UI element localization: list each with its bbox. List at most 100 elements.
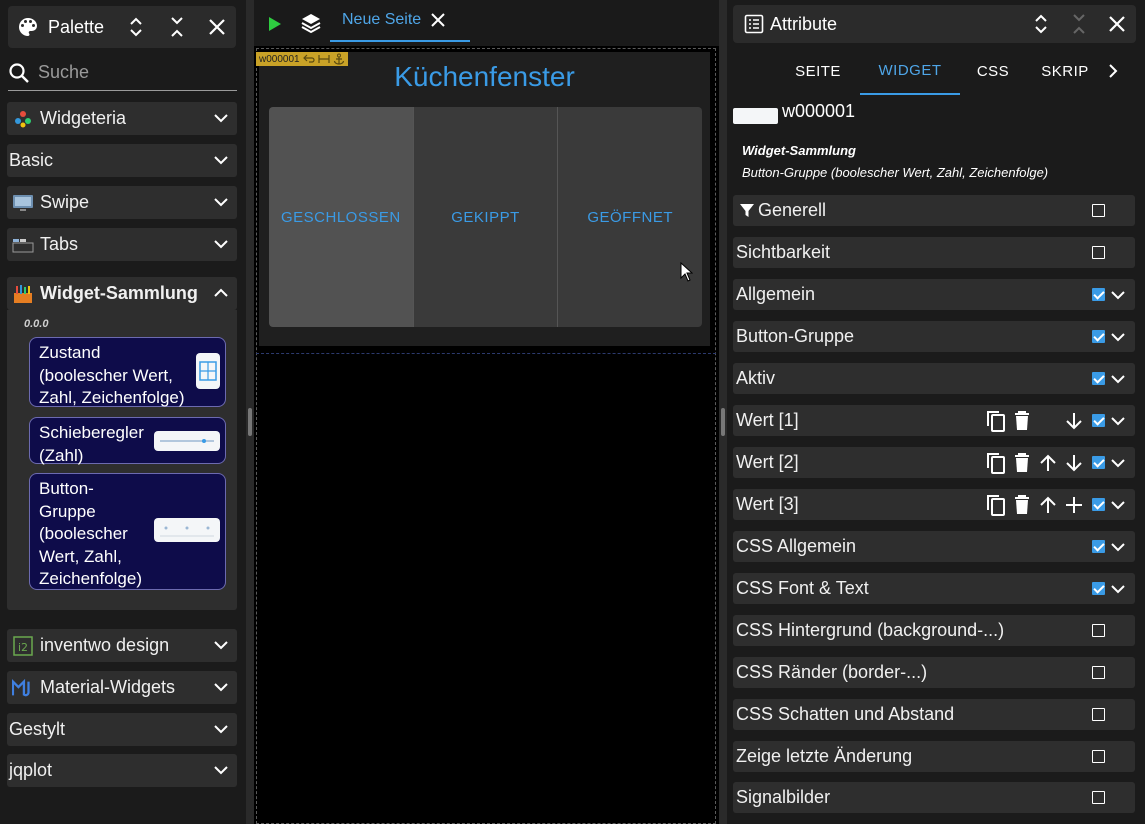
- list-icon: [744, 14, 764, 34]
- group-checkbox[interactable]: [1092, 791, 1105, 804]
- group-checkbox[interactable]: [1092, 204, 1105, 217]
- close-icon[interactable]: [208, 18, 226, 36]
- category-widget-sammlung[interactable]: Widget-Sammlung: [7, 277, 237, 310]
- inventwo-logo-icon: i2: [12, 635, 34, 657]
- layers-icon[interactable]: [300, 12, 322, 39]
- undo-arrow-icon[interactable]: [302, 54, 315, 64]
- group-css-allgemein[interactable]: CSS Allgemein: [733, 531, 1135, 562]
- group-checkbox[interactable]: [1092, 372, 1105, 385]
- width-icon[interactable]: [317, 54, 330, 64]
- delete-icon[interactable]: [1009, 409, 1035, 433]
- group-checkbox[interactable]: [1092, 498, 1105, 511]
- chevron-down-icon[interactable]: [1110, 371, 1126, 392]
- chevron-down-icon[interactable]: [1110, 539, 1126, 560]
- search-input[interactable]: [38, 62, 218, 83]
- group-aktiv[interactable]: Aktiv: [733, 363, 1135, 394]
- group-letzte-aenderung[interactable]: Zeige letzte Änderung: [733, 741, 1135, 772]
- tab-css[interactable]: CSS: [965, 48, 1021, 95]
- resize-handle[interactable]: [721, 408, 725, 436]
- group-checkbox[interactable]: [1092, 456, 1105, 469]
- collapse-all-icon[interactable]: [169, 15, 185, 39]
- group-checkbox[interactable]: [1092, 624, 1105, 637]
- delete-icon[interactable]: [1009, 493, 1035, 517]
- category-widgeteria[interactable]: Widgeteria: [7, 102, 237, 135]
- button-geschlossen[interactable]: GESCHLOSSEN: [269, 107, 414, 327]
- group-button-gruppe[interactable]: Button-Gruppe: [733, 321, 1135, 352]
- arrow-up-icon[interactable]: [1035, 451, 1061, 475]
- group-checkbox[interactable]: [1092, 750, 1105, 763]
- chevron-down-icon[interactable]: [1110, 497, 1126, 518]
- left-splitter[interactable]: [246, 0, 254, 824]
- chevron-right-icon[interactable]: [1107, 64, 1119, 83]
- category-tabs[interactable]: Tabs: [7, 228, 237, 261]
- zustand-preview-icon: [196, 353, 220, 389]
- category-material-widgets[interactable]: Material-Widgets: [7, 671, 237, 704]
- widget-id: w000001: [782, 100, 856, 121]
- widget-card-schieberegler[interactable]: Schieberegler (Zahl): [29, 417, 226, 465]
- run-icon[interactable]: [268, 16, 282, 37]
- group-css-schatten[interactable]: CSS Schatten und Abstand: [733, 699, 1135, 730]
- close-icon[interactable]: [1108, 15, 1126, 38]
- palette-panel: Palette Widgeteria Basic Swipe: [0, 0, 246, 824]
- category-jqplot[interactable]: jqplot: [7, 754, 237, 787]
- delete-icon[interactable]: [1009, 451, 1035, 475]
- close-tab-icon[interactable]: [431, 13, 445, 27]
- arrow-down-icon[interactable]: [1061, 451, 1087, 475]
- group-allgemein[interactable]: Allgemein: [733, 279, 1135, 310]
- anchor-icon[interactable]: [333, 53, 345, 65]
- arrow-down-icon[interactable]: [1061, 409, 1087, 433]
- copy-icon[interactable]: [983, 409, 1009, 433]
- chevron-down-icon[interactable]: [1110, 413, 1126, 434]
- add-icon[interactable]: [1061, 493, 1087, 517]
- widget-selection-tag[interactable]: w000001: [256, 52, 348, 66]
- category-gestylt[interactable]: Gestylt: [7, 713, 237, 746]
- attributes-panel: Attribute SEITE WIDGET CSS SKRIP w000001…: [727, 0, 1145, 824]
- tab-neue-seite[interactable]: Neue Seite: [330, 0, 470, 42]
- chevron-down-icon[interactable]: [1110, 329, 1126, 350]
- filter-icon[interactable]: [739, 203, 755, 219]
- chevron-down-icon[interactable]: [1110, 581, 1126, 602]
- group-signalbilder[interactable]: Signalbilder: [733, 782, 1135, 813]
- group-checkbox[interactable]: [1092, 540, 1105, 553]
- widget-card-zustand[interactable]: Zustand (boolescher Wert, Zahl, Zeichenf…: [29, 337, 226, 407]
- group-label: Wert [3]: [736, 494, 799, 514]
- copy-icon[interactable]: [983, 493, 1009, 517]
- button-gekippt[interactable]: GEKIPPT: [413, 107, 559, 327]
- category-swipe[interactable]: Swipe: [7, 186, 237, 219]
- expand-all-icon[interactable]: [128, 15, 144, 39]
- chevron-down-icon: [213, 762, 229, 783]
- group-css-raender[interactable]: CSS Ränder (border-...): [733, 657, 1135, 688]
- tab-seite[interactable]: SEITE: [782, 48, 854, 95]
- group-css-hintergrund[interactable]: CSS Hintergrund (background-...): [733, 615, 1135, 646]
- group-wert-2[interactable]: Wert [2]: [733, 447, 1135, 478]
- widget-card-button-gruppe[interactable]: Button-Gruppe (boolescher Wert, Zahl, Ze…: [29, 473, 226, 590]
- chevron-down-icon[interactable]: [1110, 455, 1126, 476]
- group-checkbox[interactable]: [1092, 246, 1105, 259]
- group-checkbox[interactable]: [1092, 708, 1105, 721]
- category-inventwo[interactable]: i2 inventwo design: [7, 629, 237, 662]
- arrow-up-icon[interactable]: [1035, 493, 1061, 517]
- tab-skript[interactable]: SKRIP: [1037, 48, 1093, 95]
- group-wert-1[interactable]: Wert [1]: [733, 405, 1135, 436]
- group-checkbox[interactable]: [1092, 288, 1105, 301]
- chevron-down-icon[interactable]: [1110, 287, 1126, 308]
- expand-all-icon[interactable]: [1033, 12, 1049, 41]
- tab-widget[interactable]: WIDGET: [860, 48, 960, 95]
- group-wert-3[interactable]: Wert [3]: [733, 489, 1135, 520]
- button-group-widget[interactable]: Küchenfenster GESCHLOSSEN GEKIPPT GEÖFFN…: [259, 52, 710, 346]
- group-sichtbarkeit[interactable]: Sichtbarkeit: [733, 237, 1135, 268]
- right-splitter[interactable]: [719, 0, 727, 824]
- group-generell[interactable]: Generell: [733, 195, 1135, 226]
- group-css-font-text[interactable]: CSS Font & Text: [733, 573, 1135, 604]
- resize-handle[interactable]: [248, 408, 252, 436]
- category-label: Widget-Sammlung: [40, 283, 198, 303]
- editor-toolbar: Neue Seite: [254, 0, 719, 46]
- widget-card-label: Schieberegler (Zahl): [39, 423, 144, 465]
- category-basic[interactable]: Basic: [7, 144, 237, 177]
- group-checkbox[interactable]: [1092, 666, 1105, 679]
- group-checkbox[interactable]: [1092, 414, 1105, 427]
- button-geoeffnet[interactable]: GEÖFFNET: [558, 107, 702, 327]
- copy-icon[interactable]: [983, 451, 1009, 475]
- group-checkbox[interactable]: [1092, 582, 1105, 595]
- group-checkbox[interactable]: [1092, 330, 1105, 343]
